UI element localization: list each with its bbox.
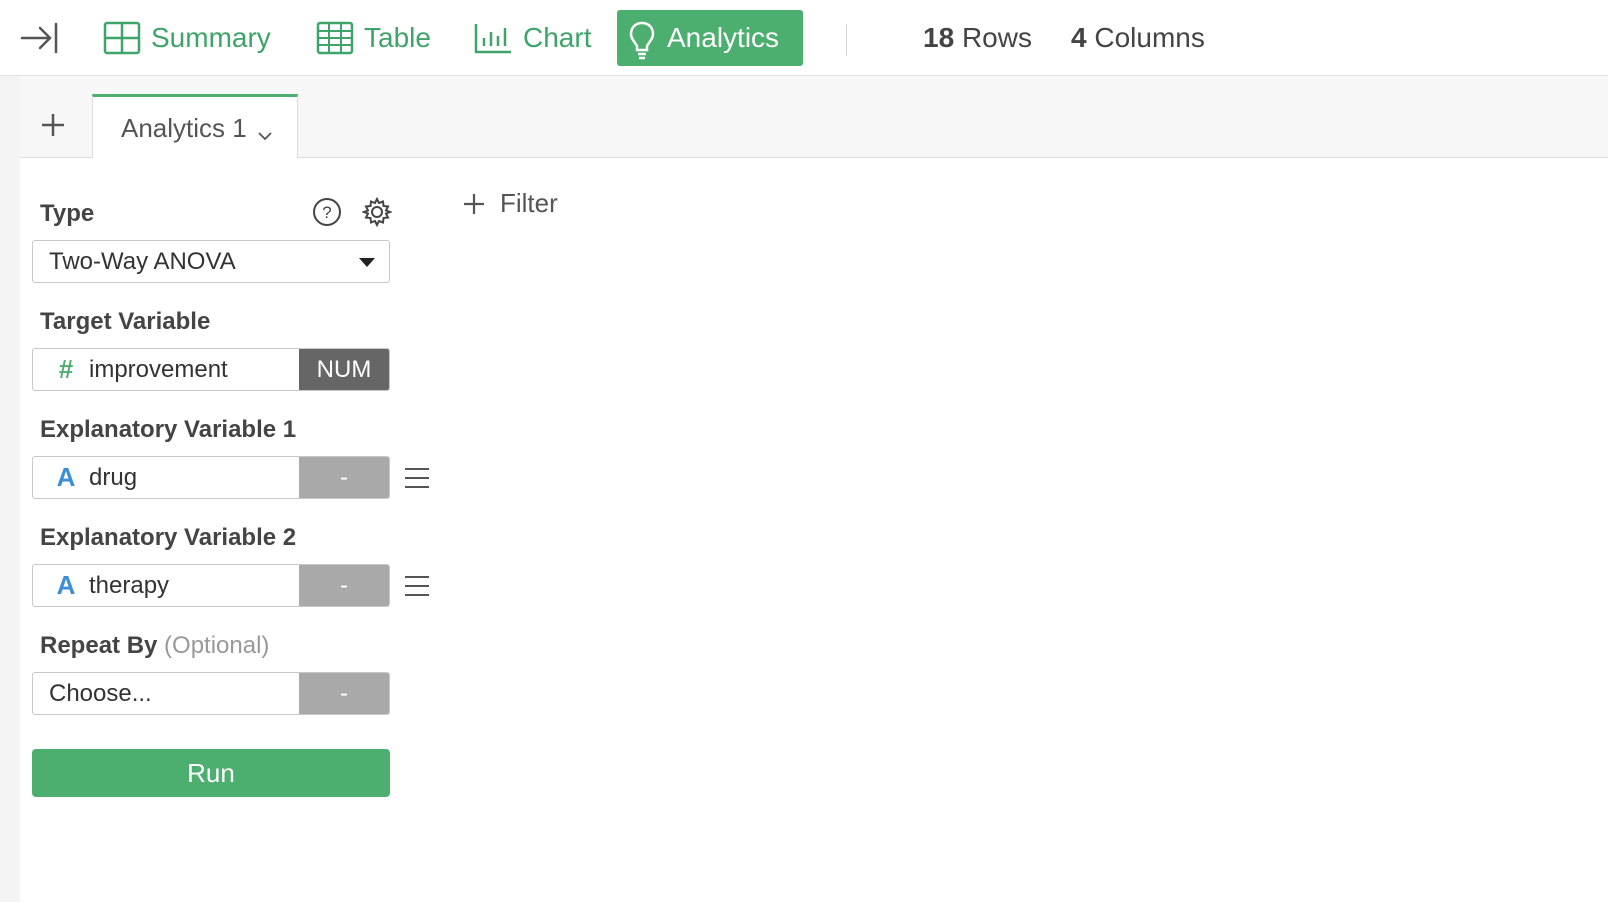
explanatory-variable-2-name: therapy [89,571,170,599]
add-filter-button[interactable]: Filter [462,188,558,219]
optional-hint: (Optional) [164,632,270,659]
tab-chart-label: Chart [523,22,592,53]
explanatory-variable-1-field[interactable]: A drug - [32,456,390,499]
hamburger-menu-icon[interactable] [402,463,432,493]
analysis-type-select[interactable]: Two-Way ANOVA [32,240,390,283]
gear-icon[interactable] [361,196,393,228]
repeat-by-selector[interactable]: Choose... [33,673,299,714]
hamburger-menu-icon[interactable] [402,571,432,601]
character-column-icon: A [56,462,76,492]
explanatory-variable-1-label: Explanatory Variable 1 [40,416,297,443]
rows-count-stat: 18 Rows [923,22,1032,54]
explanatory-variable-1-type-badge[interactable]: - [299,457,389,498]
tab-analytics[interactable]: Analytics [617,10,803,66]
explanatory-variable-2-type-badge[interactable]: - [299,565,389,606]
target-variable-label: Target Variable [40,308,211,335]
repeat-by-type-badge[interactable]: - [299,673,389,714]
explanatory-variable-2-label: Explanatory Variable 2 [40,524,297,551]
dropdown-caret-icon [359,258,375,267]
lightbulb-icon [627,20,657,60]
character-column-icon: A [56,570,76,600]
left-gutter [0,76,20,902]
target-variable-field[interactable]: # improvement NUM [32,348,390,391]
toolbar-divider [846,24,847,56]
add-tab-icon[interactable] [38,110,68,140]
numeric-column-icon: # [58,354,74,384]
bar-chart-icon [473,20,513,56]
plus-icon [462,192,486,216]
tab-analytics-1[interactable]: Analytics 1 [92,94,298,159]
tab-summary[interactable]: Summary [91,10,281,66]
table-grid-icon [314,20,354,56]
target-variable-name: improvement [89,355,228,383]
repeat-by-field[interactable]: Choose... - [32,672,390,715]
chevron-down-icon[interactable] [257,120,273,141]
tab-table[interactable]: Table [304,10,441,66]
explanatory-variable-2-selector[interactable]: A therapy [33,565,299,606]
target-variable-selector[interactable]: # improvement [33,349,299,390]
tab-analytics-label: Analytics [667,22,780,53]
columns-count-stat: 4 Columns [1071,22,1205,54]
analysis-type-value: Two-Way ANOVA [49,247,236,275]
explanatory-variable-1-selector[interactable]: A drug [33,457,299,498]
explanatory-variable-2-field[interactable]: A therapy - [32,564,390,607]
rows-count: 18 [923,22,955,53]
explanatory-variable-1-name: drug [89,463,138,491]
columns-count: 4 [1071,22,1087,53]
svg-text:?: ? [322,203,331,222]
run-button[interactable]: Run [32,749,390,797]
columns-label: Columns [1094,22,1205,53]
top-toolbar: Summary Table Chart Analytics 18 Rows 4 … [0,0,1608,76]
target-type-badge[interactable]: NUM [299,349,389,390]
summary-grid-icon [101,20,141,56]
help-icon[interactable]: ? [312,197,342,227]
filter-label: Filter [500,188,558,218]
tab-table-label: Table [364,22,431,53]
collapse-sidebar-icon[interactable] [18,20,60,56]
tab-summary-label: Summary [151,22,271,53]
repeat-by-label: Repeat By (Optional) [40,632,269,660]
rows-label: Rows [961,22,1032,53]
tab-chart[interactable]: Chart [463,10,601,66]
repeat-by-title: Repeat By [40,632,158,659]
tab-analytics-1-label: Analytics 1 [121,112,247,143]
type-label: Type [40,200,95,227]
